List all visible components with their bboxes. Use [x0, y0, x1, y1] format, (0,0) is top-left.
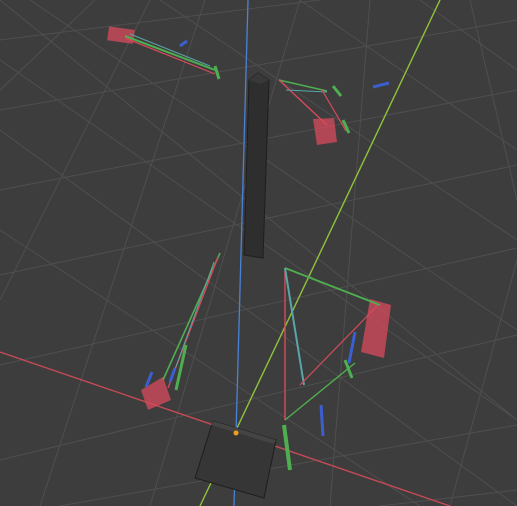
pillar[interactable] — [243, 72, 270, 259]
rig-bottom-left[interactable] — [141, 252, 221, 410]
viewport-canvas[interactable] — [0, 0, 517, 506]
origin-point — [233, 430, 239, 436]
rig-top-right[interactable] — [278, 79, 390, 145]
3d-viewport[interactable] — [0, 0, 517, 506]
